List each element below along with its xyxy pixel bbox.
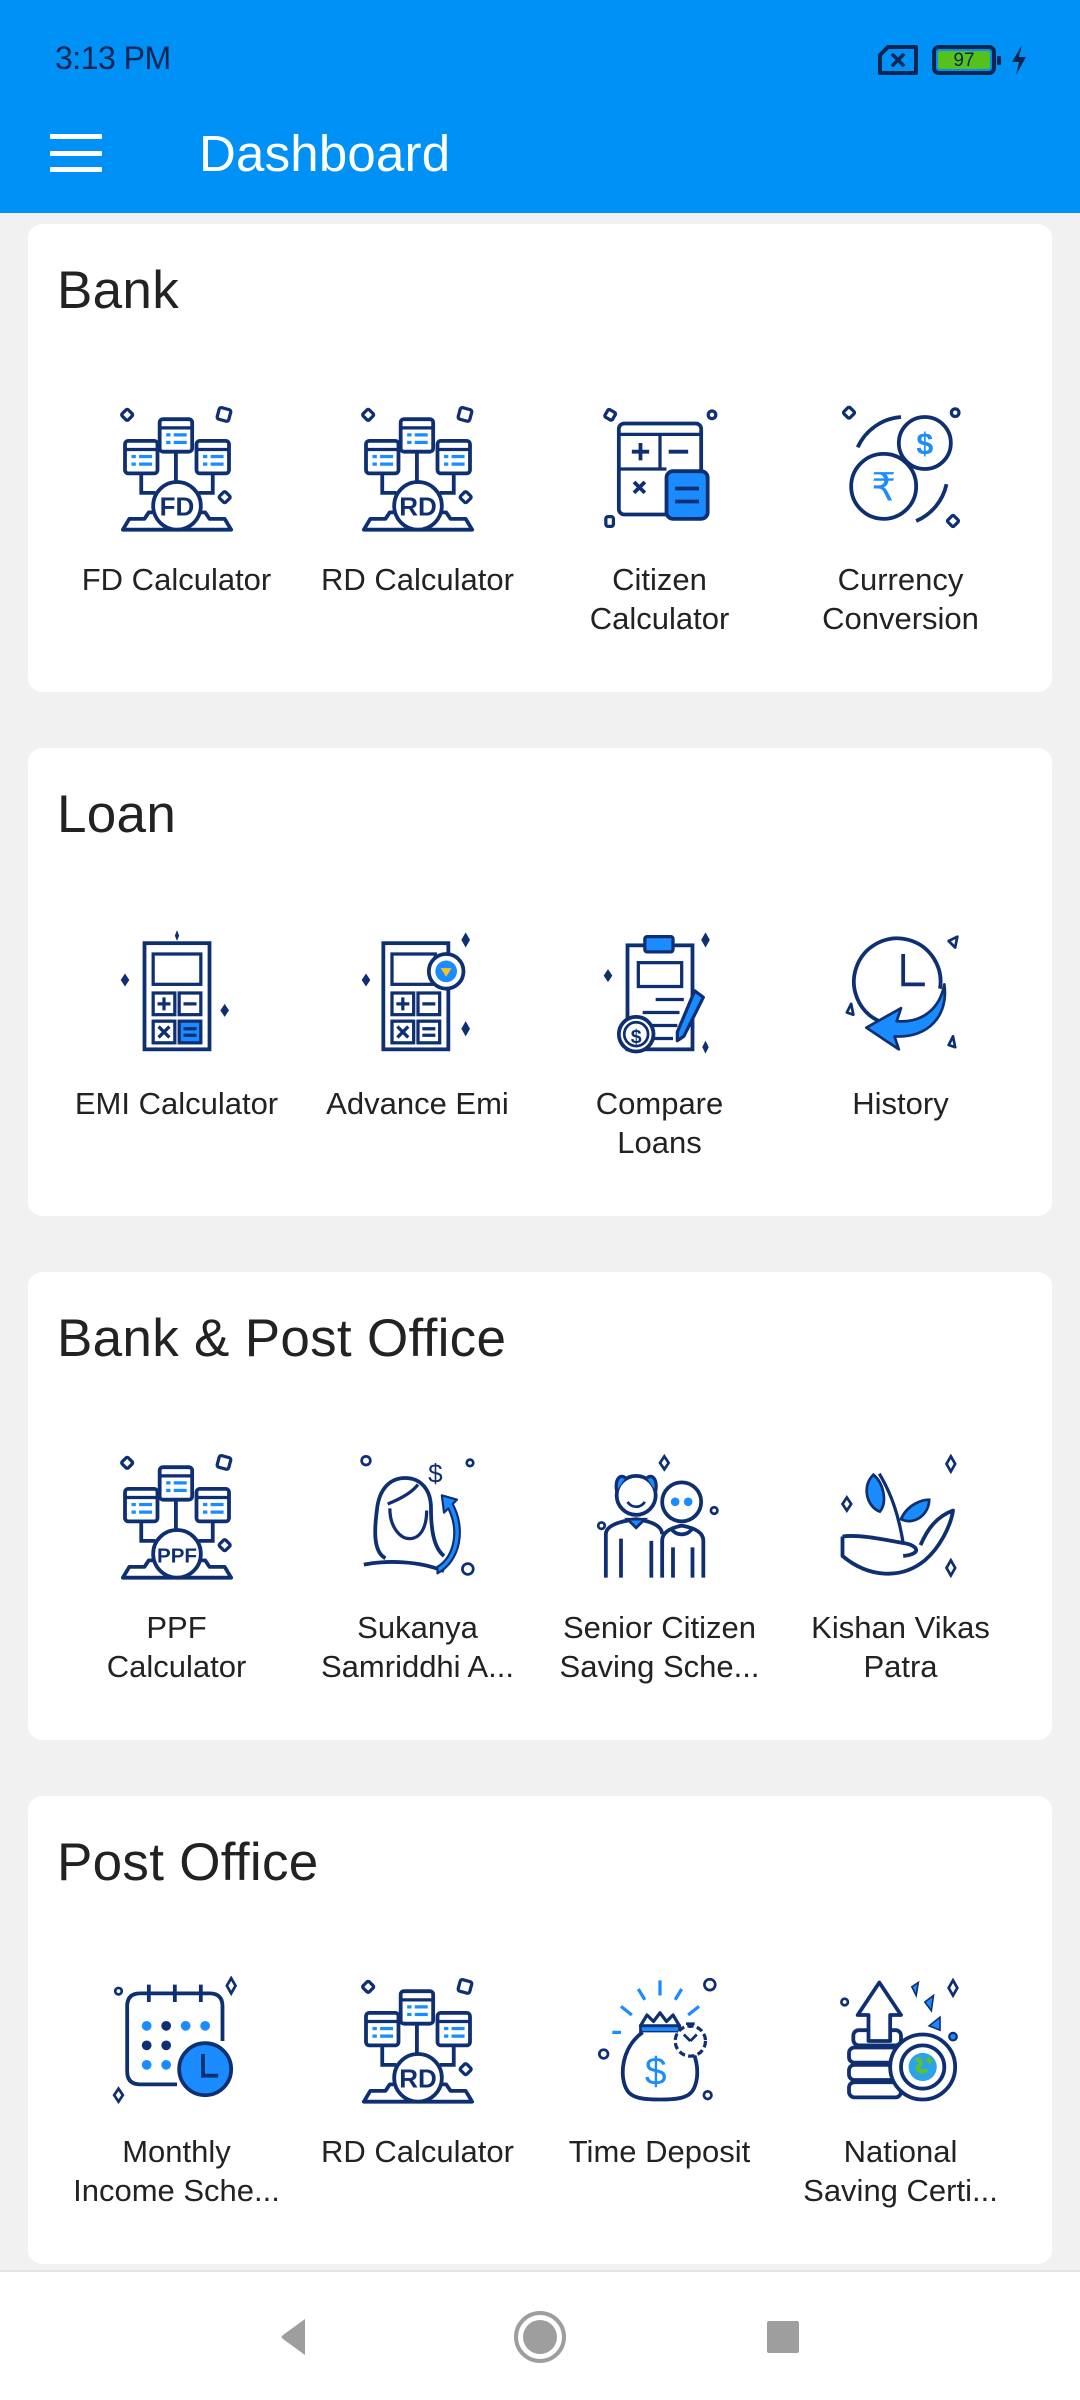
svg-text:RD: RD (399, 2064, 437, 2094)
calculator-grid-icon (595, 404, 725, 534)
ppf-network-icon: PPF (112, 1452, 242, 1582)
tile-senior-citizen-saving-scheme[interactable]: Senior Citizen Saving Sche... (539, 1442, 780, 1722)
tile-kishan-vikas-patra[interactable]: Kishan Vikas Patra (780, 1442, 1021, 1722)
currency-coins-icon: $ ₹ (836, 404, 966, 534)
svg-text:$: $ (630, 1026, 641, 1048)
recents-icon (767, 2321, 799, 2353)
page-title: Dashboard (199, 125, 451, 182)
tile-history[interactable]: History (780, 918, 1021, 1198)
svg-text:FD: FD (159, 492, 194, 522)
hamburger-line (50, 134, 102, 139)
tile-label: Citizen Calculator (589, 562, 730, 636)
section-card-bank: Bank FD FD Calculator RD RD Calculator C… (28, 224, 1052, 692)
tile-label: EMI Calculator (74, 1086, 279, 1121)
tile-label: Senior Citizen Saving Sche... (559, 1610, 760, 1684)
tile-ppf-calculator[interactable]: PPF PPF Calculator (56, 1442, 297, 1722)
tile-grid: EMI Calculator Advance Emi $ Compare Loa… (28, 918, 1052, 1198)
section-title: Loan (57, 785, 177, 844)
tile-compare-loans[interactable]: $ Compare Loans (539, 918, 780, 1198)
tile-label: National Saving Certi... (803, 2134, 998, 2208)
svg-text:$: $ (428, 1458, 443, 1488)
no-sim-icon (878, 45, 918, 75)
system-nav-bar (0, 2270, 1080, 2400)
section-title: Bank (57, 261, 180, 320)
tile-grid: PPF PPF Calculator $ Sukanya Samriddhi A… (28, 1442, 1052, 1722)
tile-rd-calculator-post[interactable]: RD RD Calculator (297, 1966, 538, 2246)
tile-advance-emi[interactable]: Advance Emi (297, 918, 538, 1198)
tile-fd-calculator[interactable]: FD FD Calculator (56, 394, 297, 674)
section-title: Bank & Post Office (57, 1309, 507, 1368)
tile-currency-conversion[interactable]: $ ₹ Currency Conversion (780, 394, 1021, 674)
plant-hand-icon (836, 1452, 966, 1582)
senior-couple-icon (595, 1452, 725, 1582)
tile-grid: FD FD Calculator RD RD Calculator Citize… (28, 394, 1052, 674)
history-clock-icon (836, 928, 966, 1058)
tile-label: RD Calculator (321, 2134, 514, 2169)
tile-label: PPF Calculator (106, 1610, 247, 1684)
tile-label: Kishan Vikas Patra (811, 1610, 990, 1684)
back-button[interactable] (258, 2302, 328, 2372)
hamburger-line (50, 150, 102, 156)
tile-label: Advance Emi (326, 1086, 509, 1121)
tile-label: Currency Conversion (822, 562, 979, 636)
tile-label: FD Calculator (81, 562, 272, 597)
battery-level: 97 (938, 51, 990, 70)
emi-calculator-icon (112, 928, 242, 1058)
tile-emi-calculator[interactable]: EMI Calculator (56, 918, 297, 1198)
status-time: 3:13 PM (55, 40, 171, 76)
svg-text:RD: RD (399, 492, 437, 522)
status-icons: 97 (876, 44, 1028, 76)
clipboard-compare-icon: $ (595, 928, 725, 1058)
hamburger-menu-button[interactable] (46, 128, 106, 178)
tile-label: Time Deposit (568, 2134, 751, 2169)
section-card-loan: Loan EMI Calculator Advance Emi $ Compar… (28, 748, 1052, 1216)
tile-time-deposit[interactable]: $ Time Deposit (539, 1966, 780, 2246)
tile-label: Monthly Income Sche... (73, 2134, 280, 2208)
tile-label: RD Calculator (321, 562, 514, 597)
fd-network-icon: FD (112, 404, 242, 534)
svg-text:PPF: PPF (156, 1545, 196, 1568)
back-icon (281, 2319, 305, 2355)
tile-grid: Monthly Income Sche... RD RD Calculator … (28, 1966, 1052, 2246)
money-bag-timer-icon: $ (595, 1976, 725, 2106)
tile-label: Compare Loans (595, 1086, 724, 1160)
hamburger-line (50, 167, 102, 172)
app-bar: 3:13 PM 97 Dashboard (0, 0, 1080, 213)
home-icon (514, 2311, 566, 2363)
calendar-clock-icon (112, 1975, 242, 2106)
section-card-post-office: Post Office Monthly Income Sche... RD RD… (28, 1796, 1052, 2264)
tile-rd-calculator[interactable]: RD RD Calculator (297, 394, 538, 674)
tile-sukanya-samriddhi[interactable]: $ Sukanya Samriddhi A... (297, 1442, 538, 1722)
svg-text:₹: ₹ (871, 465, 896, 510)
recents-button[interactable] (748, 2302, 818, 2372)
advance-calculator-icon (353, 928, 483, 1058)
section-card-bank-post-office: Bank & Post Office PPF PPF Calculator $ (28, 1272, 1052, 1740)
tile-citizen-calculator[interactable]: Citizen Calculator (539, 394, 780, 674)
svg-text:$: $ (916, 428, 933, 461)
rd-network-icon: RD (353, 1976, 483, 2106)
battery-icon: 97 (932, 45, 1001, 75)
section-title: Post Office (57, 1833, 319, 1892)
tile-national-saving-certificate[interactable]: National Saving Certi... (780, 1966, 1021, 2246)
tile-label: Sukanya Samriddhi A... (321, 1610, 514, 1684)
tile-label: History (852, 1086, 949, 1121)
rd-network-icon: RD (353, 404, 483, 534)
home-button[interactable] (505, 2302, 575, 2372)
girl-growth-icon: $ (353, 1452, 483, 1582)
coins-globe-icon (836, 1976, 966, 2106)
tile-monthly-income-scheme[interactable]: Monthly Income Sche... (56, 1966, 297, 2246)
svg-text:$: $ (644, 2050, 666, 2093)
charging-bolt-icon (1012, 45, 1026, 75)
